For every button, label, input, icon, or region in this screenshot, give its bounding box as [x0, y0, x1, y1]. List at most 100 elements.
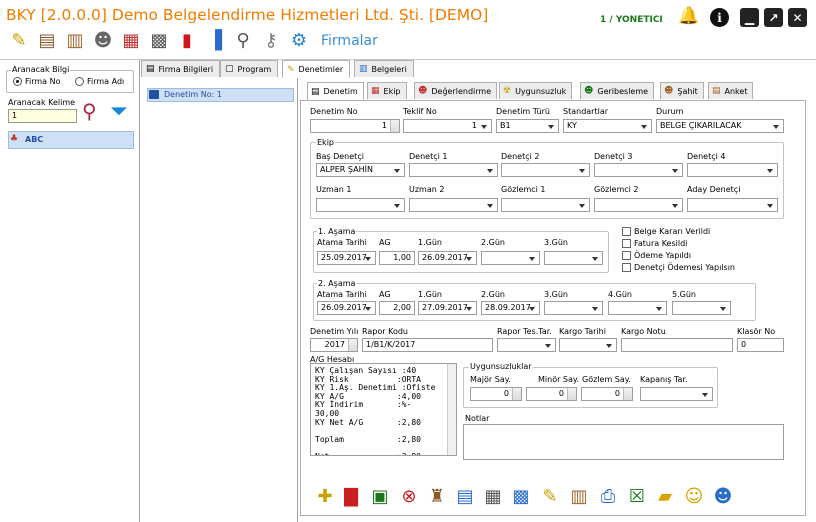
denetim-no-field[interactable]: 1 [310, 119, 400, 133]
a2-ag-field[interactable]: 2,00 [379, 301, 415, 315]
radio-firma-adi[interactable]: Firma Adı [75, 77, 124, 86]
rapor-kodu-field[interactable]: 1/B1/K/2017 [362, 338, 493, 352]
smile-icon[interactable]: ☺ [681, 483, 707, 509]
minimize-icon[interactable]: ▁ [740, 8, 759, 27]
users-icon[interactable]: ☻ [710, 483, 736, 509]
external-icon[interactable]: ↗ [764, 8, 783, 27]
a2-gun5-date[interactable] [672, 301, 731, 315]
a2-gun1-date[interactable]: 27.09.2017 [418, 301, 477, 315]
filter-icon[interactable]: ⏷ [110, 99, 128, 124]
excel-icon[interactable]: ☒ [624, 483, 650, 509]
tab-denetimler[interactable]: ✎ Denetimler [282, 60, 351, 78]
uzman1-select[interactable] [316, 198, 405, 212]
delete-icon[interactable]: ▇ [338, 483, 364, 509]
klasor-no-field[interactable]: 0 [737, 338, 784, 352]
gozlem-field[interactable]: 0 [581, 387, 633, 401]
presentation-icon[interactable]: ▦ [118, 27, 144, 53]
a2-gun2-date[interactable]: 28.09.2017 [481, 301, 540, 315]
check-odeme-box[interactable] [622, 251, 631, 260]
books-icon[interactable]: ▐ [202, 27, 228, 53]
tab-belgeleri[interactable]: ▥ Belgeleri [354, 60, 414, 77]
radio-firma-adi-dot[interactable] [75, 77, 84, 86]
a1-gun2-date[interactable] [481, 251, 540, 265]
a1-ag-field[interactable]: 1,00 [379, 251, 415, 265]
calendar-icon[interactable]: ▩ [508, 483, 534, 509]
tab-geribesleme[interactable]: ☻ Geribesleme [580, 82, 655, 99]
minor-field[interactable]: 0 [526, 387, 577, 401]
tab-anket[interactable]: ▤ Anket [708, 82, 754, 99]
check-belge-karari[interactable]: Belge Kararı Verildi [622, 227, 710, 236]
denetci2-select[interactable] [501, 163, 590, 177]
keyword-input[interactable]: 1 [8, 109, 77, 123]
firm-list-item[interactable]: ABC [8, 131, 134, 149]
bell-icon[interactable]: 🔔 [678, 6, 699, 26]
fire-extinguisher-icon[interactable]: ▮ [174, 27, 200, 53]
key-icon[interactable]: ⚷ [258, 27, 284, 53]
tab-denetim[interactable]: ▤ Denetim [307, 82, 364, 100]
rapor-tes-date[interactable] [497, 338, 556, 352]
ag-hesabi-textarea[interactable]: KY Çalışan Sayısı :40 KY Risk :ORTA KY 1… [310, 363, 457, 456]
kargo-tarihi-date[interactable] [559, 338, 617, 352]
check-fatura[interactable]: Fatura Kesildi [622, 239, 687, 248]
check-belge-karari-box[interactable] [622, 227, 631, 236]
teklif-no-select[interactable]: 1 [403, 119, 492, 133]
tab-degerlendirme[interactable]: ☻ Değerlendirme [414, 82, 498, 99]
a1-ag-label: AG [379, 238, 391, 247]
print-icon[interactable]: ⎙ [595, 483, 621, 509]
standartlar-select[interactable]: KY [563, 119, 652, 133]
tab-uygunsuzluk[interactable]: ☢ Uygunsuzluk [499, 82, 573, 99]
bas-denetci-select[interactable]: ALPER ŞAHİN [316, 163, 405, 177]
kapanis-date[interactable] [640, 387, 713, 401]
major-field[interactable]: 0 [470, 387, 522, 401]
gears-icon[interactable]: ⚙ [286, 27, 312, 53]
uzman2-select[interactable] [409, 198, 498, 212]
info-icon[interactable]: i [710, 8, 729, 27]
new-icon[interactable]: ✚ [312, 483, 338, 509]
a2-atama-date[interactable]: 26.09.2017 [317, 301, 376, 315]
a1-atama-date[interactable]: 25.09.2017 [317, 251, 376, 265]
a1-gun3-date[interactable] [544, 251, 603, 265]
durum-select[interactable]: BELGE ÇIKARILACAK [656, 119, 784, 133]
calculator-icon[interactable]: ▩ [146, 27, 172, 53]
gozlemci2-select[interactable] [594, 198, 683, 212]
tab-sahit[interactable]: ☻ Şahit [660, 82, 704, 99]
a2-gun3-date[interactable] [544, 301, 603, 315]
calculator2-icon[interactable]: ▦ [480, 483, 506, 509]
pencil-icon[interactable]: ✎ [6, 27, 32, 53]
check-denetci-odemesi-box[interactable] [622, 263, 631, 272]
check-odeme[interactable]: Ödeme Yapıldı [622, 251, 691, 260]
archive-icon[interactable]: ▥ [566, 483, 592, 509]
denetim-yili-field[interactable]: 2017 [310, 338, 358, 352]
cancel-icon[interactable]: ⊗ [396, 483, 422, 509]
person-icon[interactable]: ☻ [90, 27, 116, 53]
building-icon[interactable]: ▤ [34, 27, 60, 53]
a2-gun4-date[interactable] [608, 301, 667, 315]
radio-firma-no[interactable]: Firma No [13, 77, 61, 86]
edit-icon[interactable]: ✎ [537, 483, 563, 509]
save-icon[interactable]: ▣ [367, 483, 393, 509]
magnifier-person-icon[interactable]: ⚲ [230, 27, 256, 53]
search-icon[interactable]: ⚲ [82, 99, 97, 123]
a1-gun1-date[interactable]: 26.09.2017 [418, 251, 477, 265]
aday-denetci-select[interactable] [687, 198, 778, 212]
gozlemci1-select[interactable] [501, 198, 590, 212]
tab-program[interactable]: ▢ Program [220, 60, 279, 77]
notlar-textarea[interactable] [463, 424, 784, 460]
denetim-turu-select[interactable]: B1 [496, 119, 559, 133]
check-fatura-box[interactable] [622, 239, 631, 248]
tab-ekip[interactable]: ▦ Ekip [367, 82, 407, 99]
report-icon[interactable]: ▤ [452, 483, 478, 509]
radio-firma-no-dot[interactable] [13, 77, 22, 86]
denetci4-select[interactable] [687, 163, 778, 177]
folder-icon[interactable]: ▰ [652, 483, 678, 509]
audit-list-item[interactable]: Denetim No: 1 [147, 88, 294, 102]
stamp-icon[interactable]: ♜ [424, 483, 450, 509]
ag-hesabi-scrollbar[interactable] [447, 364, 456, 455]
cabinet-icon[interactable]: ▥ [62, 27, 88, 53]
close-icon[interactable]: ✕ [788, 8, 807, 27]
denetci3-select[interactable] [594, 163, 683, 177]
denetci1-select[interactable] [409, 163, 498, 177]
check-denetci-odemesi[interactable]: Denetçi Ödemesi Yapılsın [622, 263, 735, 272]
tab-firma-bilgileri[interactable]: ▤ Firma Bilgileri [141, 60, 221, 77]
kargo-notu-field[interactable] [621, 338, 733, 352]
